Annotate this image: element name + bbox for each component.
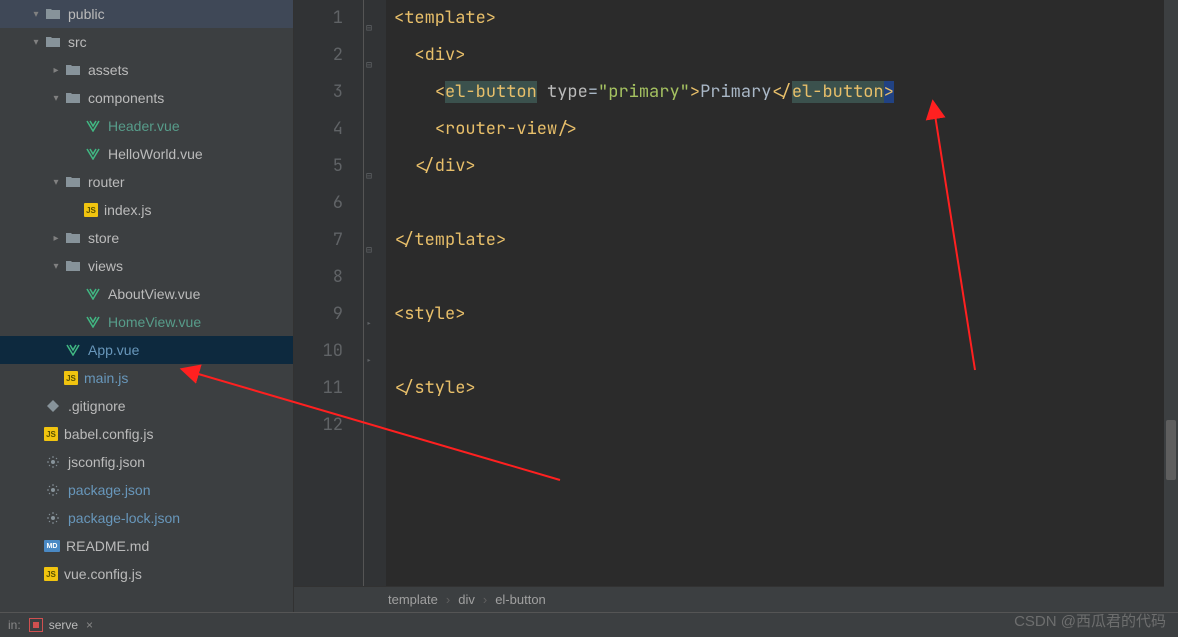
- run-tool-icon[interactable]: [29, 618, 43, 632]
- chevron-down-icon: ▾: [48, 261, 64, 272]
- tree-label: .gitignore: [68, 398, 126, 414]
- tree-folder-public[interactable]: ▾ public: [0, 0, 293, 28]
- vue-icon: [84, 148, 102, 160]
- tree-file-vueconfig[interactable]: JS vue.config.js: [0, 560, 293, 588]
- scroll-thumb[interactable]: [1166, 420, 1176, 480]
- code-editor[interactable]: 1 2 3 4 5 6 7 8 9 10 11 12 ⊟ ⊟ ⊟ ⊟ ▸ ▸: [294, 0, 1178, 612]
- fold-marker-icon[interactable]: ▸: [366, 305, 372, 342]
- tree-label: package-lock.json: [68, 510, 180, 526]
- serve-tab[interactable]: serve: [49, 618, 78, 632]
- tree-file-gitignore[interactable]: .gitignore: [0, 392, 293, 420]
- tree-file-app-vue[interactable]: App.vue: [0, 336, 293, 364]
- tree-label: README.md: [66, 538, 149, 554]
- tree-label: assets: [88, 62, 128, 78]
- code-content[interactable]: <template> <div> <el-button type="primar…: [386, 0, 1178, 586]
- tree-label: App.vue: [88, 342, 139, 358]
- chevron-down-icon: ▾: [28, 37, 44, 48]
- tree-label: Header.vue: [108, 118, 180, 134]
- gear-icon: [44, 455, 62, 469]
- tree-label: HomeView.vue: [108, 314, 201, 330]
- markdown-icon: MD: [44, 540, 60, 552]
- tree-folder-components[interactable]: ▾ components: [0, 84, 293, 112]
- breadcrumb-item[interactable]: el-button: [495, 592, 546, 607]
- tree-label: main.js: [84, 370, 128, 386]
- tree-file-main-js[interactable]: JS main.js: [0, 364, 293, 392]
- tree-folder-store[interactable]: ▸ store: [0, 224, 293, 252]
- tree-label: public: [68, 6, 105, 22]
- folder-icon: [64, 232, 82, 244]
- file-tree-sidebar[interactable]: ▾ public ▾ src ▸ assets ▾ components Hea…: [0, 0, 294, 612]
- tree-label: index.js: [104, 202, 151, 218]
- js-icon: JS: [64, 371, 78, 385]
- tree-label: jsconfig.json: [68, 454, 145, 470]
- chevron-right-icon: ›: [483, 592, 487, 607]
- tree-label: src: [68, 34, 87, 50]
- chevron-right-icon: ▸: [48, 65, 64, 76]
- tree-folder-router[interactable]: ▾ router: [0, 168, 293, 196]
- folder-icon: [64, 64, 82, 76]
- fold-column[interactable]: ⊟ ⊟ ⊟ ⊟ ▸ ▸: [364, 0, 386, 586]
- tree-folder-src[interactable]: ▾ src: [0, 28, 293, 56]
- tree-file-jsconfig[interactable]: jsconfig.json: [0, 448, 293, 476]
- fold-marker-icon[interactable]: ⊟: [366, 46, 372, 83]
- close-icon[interactable]: ×: [86, 618, 93, 632]
- tree-file-package[interactable]: package.json: [0, 476, 293, 504]
- folder-icon: [64, 92, 82, 104]
- tree-label: components: [88, 90, 164, 106]
- fold-marker-icon[interactable]: ⊟: [366, 231, 372, 268]
- js-icon: JS: [44, 427, 58, 441]
- bottom-label: in:: [8, 618, 21, 632]
- tree-label: vue.config.js: [64, 566, 142, 582]
- watermark-text: CSDN @西瓜君的代码: [1014, 610, 1166, 631]
- js-icon: JS: [84, 203, 98, 217]
- fold-marker-icon[interactable]: ▸: [366, 342, 372, 379]
- chevron-right-icon: ▸: [48, 233, 64, 244]
- tree-label: views: [88, 258, 123, 274]
- tree-file-index-js[interactable]: JS index.js: [0, 196, 293, 224]
- tree-file-aboutview-vue[interactable]: AboutView.vue: [0, 280, 293, 308]
- vue-icon: [64, 344, 82, 356]
- tree-folder-views[interactable]: ▾ views: [0, 252, 293, 280]
- gear-icon: [44, 511, 62, 525]
- scrollbar[interactable]: [1164, 0, 1178, 612]
- breadcrumb-item[interactable]: template: [388, 592, 438, 607]
- bottom-toolbar[interactable]: in: serve ×: [0, 612, 1178, 637]
- folder-icon: [44, 36, 62, 48]
- breadcrumb-item[interactable]: div: [458, 592, 475, 607]
- fold-marker-icon[interactable]: ⊟: [366, 9, 372, 46]
- js-icon: JS: [44, 567, 58, 581]
- tree-folder-assets[interactable]: ▸ assets: [0, 56, 293, 84]
- tree-file-header-vue[interactable]: Header.vue: [0, 112, 293, 140]
- breadcrumb-bar[interactable]: template › div › el-button: [294, 586, 1178, 612]
- chevron-down-icon: ▾: [48, 93, 64, 104]
- fold-marker-icon[interactable]: ⊟: [366, 157, 372, 194]
- chevron-down-icon: ▾: [48, 177, 64, 188]
- tree-label: AboutView.vue: [108, 286, 200, 302]
- folder-icon: [64, 176, 82, 188]
- folder-icon: [44, 8, 62, 20]
- gear-icon: [44, 483, 62, 497]
- tree-label: babel.config.js: [64, 426, 154, 442]
- tree-file-packagelock[interactable]: package-lock.json: [0, 504, 293, 532]
- folder-icon: [64, 260, 82, 272]
- tree-label: package.json: [68, 482, 151, 498]
- tree-file-babel[interactable]: JS babel.config.js: [0, 420, 293, 448]
- chevron-right-icon: ▾: [28, 9, 44, 20]
- tree-label: store: [88, 230, 119, 246]
- tree-file-homeview-vue[interactable]: HomeView.vue: [0, 308, 293, 336]
- tree-label: router: [88, 174, 125, 190]
- git-icon: [44, 399, 62, 413]
- vue-icon: [84, 316, 102, 328]
- tree-file-readme[interactable]: MD README.md: [0, 532, 293, 560]
- chevron-right-icon: ›: [446, 592, 450, 607]
- tree-file-helloworld-vue[interactable]: HelloWorld.vue: [0, 140, 293, 168]
- vue-icon: [84, 288, 102, 300]
- vue-icon: [84, 120, 102, 132]
- tree-label: HelloWorld.vue: [108, 146, 203, 162]
- line-gutter: 1 2 3 4 5 6 7 8 9 10 11 12: [294, 0, 364, 586]
